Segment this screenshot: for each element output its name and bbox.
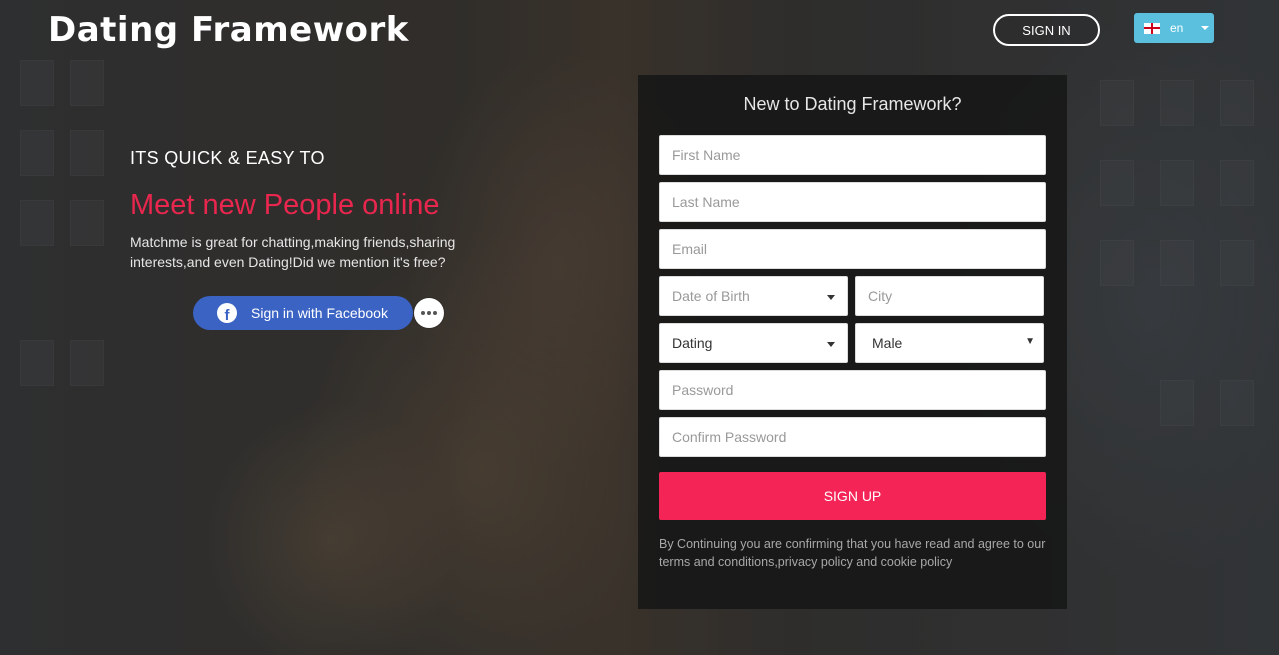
last-name-field[interactable]: Last Name [659,182,1046,222]
hero-kicker: ITS QUICK & EASY TO [130,148,325,168]
gender-value: Male [872,335,903,351]
caret-down-icon [827,342,835,347]
looking-for-value: Dating [672,335,713,351]
hero-section: ITS QUICK & EASY TO Meet new People onli… [130,148,490,272]
date-of-birth-select[interactable]: Date of Birth [659,276,848,316]
confirm-password-field[interactable]: Confirm Password [659,417,1046,457]
caret-down-icon [827,295,835,300]
hero-description: Matchme is great for chatting,making fri… [130,234,456,270]
more-options-button[interactable] [414,298,444,328]
more-options-icon [421,311,425,315]
city-field[interactable]: City [855,276,1044,316]
gender-select[interactable]: Male ▼ [855,323,1044,363]
first-name-field[interactable]: First Name [659,135,1046,175]
facebook-sign-in-button[interactable]: f Sign in with Facebook [193,296,413,330]
signup-title: New to Dating Framework? [743,94,962,114]
sign-up-button[interactable]: SIGN UP [659,472,1046,520]
site-logo[interactable]: Dating Framework [48,10,409,50]
looking-for-select[interactable]: Dating [659,323,848,363]
password-field[interactable]: Password [659,370,1046,410]
triangle-down-icon: ▼ [1025,336,1035,347]
facebook-icon: f [217,303,237,323]
language-code: en [1170,21,1184,35]
england-flag-icon [1144,22,1160,34]
terms-text: By Continuing you are confirming that yo… [659,537,1046,569]
facebook-sign-in-label: Sign in with Facebook [251,305,388,321]
chevron-down-icon [1201,26,1210,30]
email-field[interactable]: Email [659,229,1046,269]
signup-panel: New to Dating Framework? First Name Last… [638,75,1067,609]
hero-headline: Meet new People online [130,189,440,221]
sign-in-button[interactable]: SIGN IN [993,14,1100,46]
language-selector[interactable]: en [1134,13,1214,43]
date-of-birth-placeholder: Date of Birth [672,288,750,304]
